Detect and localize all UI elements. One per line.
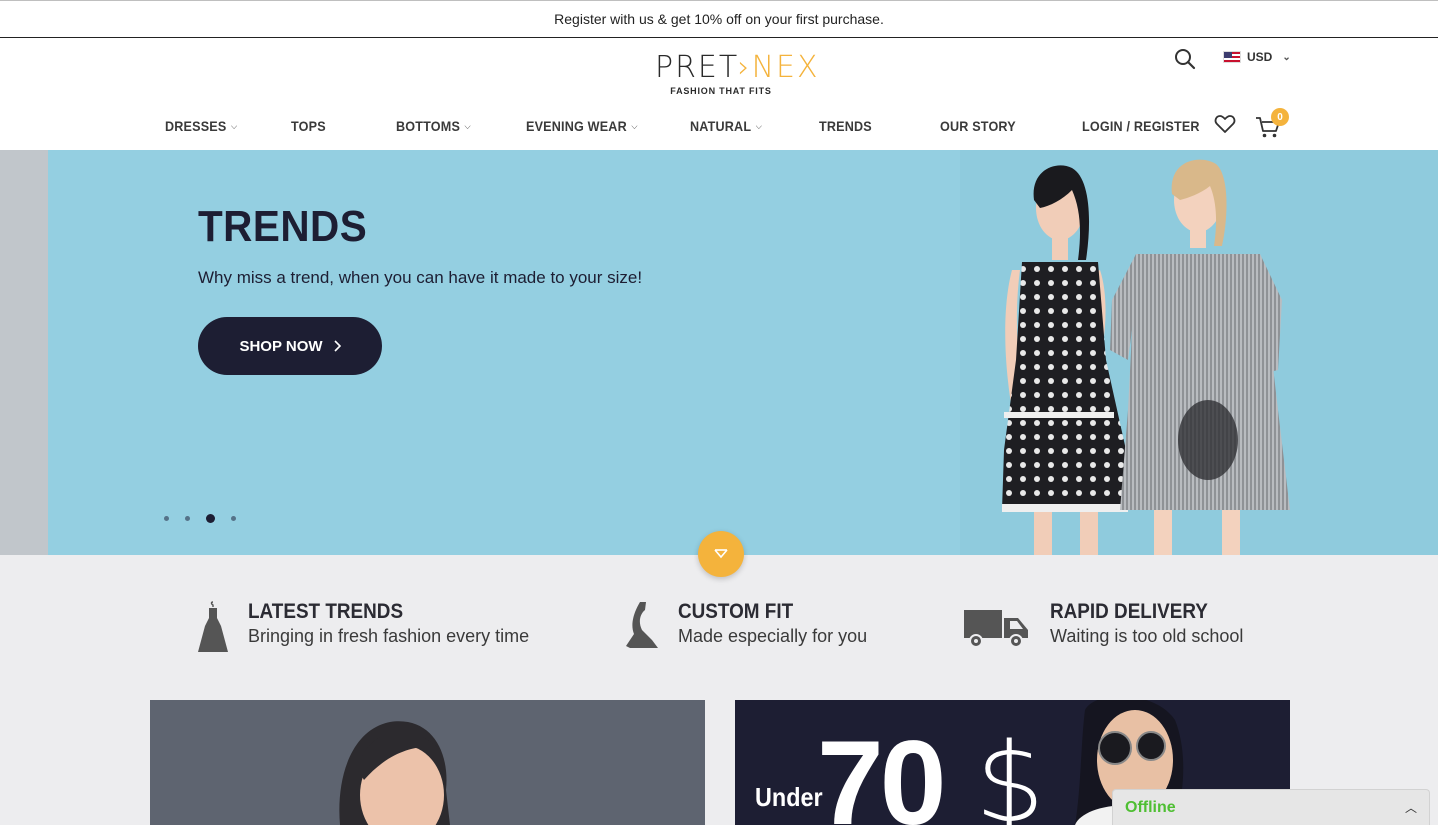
chevron-down-icon (714, 549, 728, 559)
chevron-up-icon[interactable]: ︿ (1405, 799, 1417, 816)
promo-currency-symbol: $ (975, 719, 1045, 825)
slider-dot-active[interactable] (206, 514, 215, 523)
chevron-down-icon: ⌵ (755, 120, 763, 131)
hero-models-image (960, 150, 1438, 555)
currency-selector[interactable]: USD ⌄ (1223, 50, 1291, 64)
feature-desc: Made especially for you (678, 626, 868, 646)
nav-item-natural[interactable]: NATURAL ⌵ (690, 118, 762, 134)
feature-desc: Waiting is too old school (1050, 626, 1244, 646)
promo-model-image (150, 700, 705, 825)
logo-tagline: FASHION THAT FITS (670, 86, 772, 96)
chevron-down-icon: ⌵ (464, 120, 471, 131)
feature-title: CUSTOM FIT (678, 600, 794, 623)
feature-latest-trends: LATEST TRENDS Bringing in fresh fashion … (198, 600, 529, 656)
cart-count-badge: 0 (1271, 108, 1289, 126)
nav-item-tops[interactable]: TOPS (291, 118, 326, 134)
slider-dots (164, 514, 236, 523)
feature-title: LATEST TRENDS (248, 600, 404, 623)
hero-subtitle: Why miss a trend, when you can have it m… (198, 268, 643, 287)
chevron-right-icon (333, 340, 341, 352)
logo[interactable]: PRET›NEX FASHION THAT FITS (655, 50, 820, 102)
promo-tile-left[interactable] (150, 700, 705, 825)
search-icon[interactable] (1174, 48, 1196, 70)
nav-item-evening-wear[interactable]: EVENING WEAR ⌵ (526, 118, 638, 134)
nav-item-bottoms[interactable]: BOTTOMS ⌵ (396, 118, 471, 134)
chevron-down-icon: ⌵ (230, 120, 238, 131)
nav-item-login-register[interactable]: LOGIN / REGISTER (1082, 118, 1200, 134)
nav-item-our-story[interactable]: OUR STORY (940, 118, 1016, 134)
previous-slide-strip[interactable] (0, 150, 48, 555)
us-flag-icon (1223, 51, 1241, 63)
feature-custom-fit: CUSTOM FIT Made especially for you (626, 600, 867, 652)
chat-status: Offline (1125, 798, 1176, 816)
chat-widget[interactable]: Offline ︿ (1112, 789, 1430, 825)
feature-title: RAPID DELIVERY (1050, 600, 1208, 623)
slider-dot[interactable] (164, 516, 169, 521)
promo-under-label: Under (755, 782, 823, 812)
feature-rapid-delivery: RAPID DELIVERY Waiting is too old school (964, 600, 1243, 650)
hero-banner: TRENDS Why miss a trend, when you can ha… (0, 150, 1438, 555)
logo-wordmark: PRET›NEX (655, 50, 820, 85)
hero-title: TRENDS (198, 202, 368, 251)
currency-label: USD (1247, 50, 1273, 64)
truck-icon (964, 610, 1028, 648)
nav-item-trends[interactable]: TRENDS (819, 118, 872, 134)
heart-icon[interactable] (1214, 114, 1236, 134)
announcement-bar: Register with us & get 10% off on your f… (0, 0, 1438, 38)
announcement-text: Register with us & get 10% off on your f… (554, 11, 884, 27)
scroll-down-button[interactable] (698, 531, 744, 577)
chevron-down-icon: ⌄ (1282, 51, 1291, 63)
dress-icon (198, 601, 228, 652)
site-header: PRET›NEX FASHION THAT FITS USD ⌄ DRESSES… (0, 38, 1438, 150)
feature-desc: Bringing in fresh fashion every time (248, 626, 530, 646)
shop-now-button[interactable]: SHOP NOW (198, 317, 382, 375)
promo-amount: 70 (817, 716, 946, 825)
chevron-down-icon: ⌵ (631, 120, 638, 131)
mannequin-icon (626, 602, 658, 648)
cart-button[interactable]: 0 (1255, 108, 1289, 138)
slider-dot[interactable] (185, 516, 190, 521)
nav-item-dresses[interactable]: DRESSES ⌵ (165, 118, 237, 134)
slider-dot[interactable] (231, 516, 236, 521)
